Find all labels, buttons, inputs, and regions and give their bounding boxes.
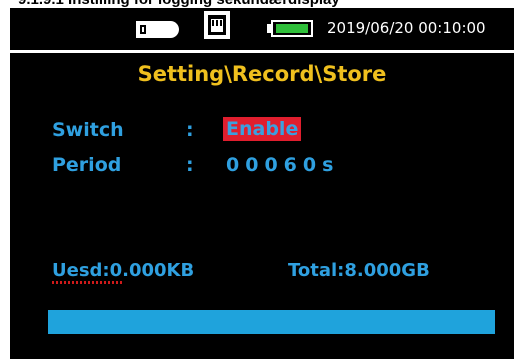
- battery-icon: [267, 20, 313, 37]
- sd-card-icon: [204, 11, 230, 39]
- period-separator: :: [186, 154, 194, 176]
- spellcheck-underline: [52, 281, 122, 284]
- page: 9.1.9.1 Instilling for logging sekundærd…: [0, 0, 522, 359]
- status-divider: [10, 50, 514, 53]
- storage-progress-fill: [48, 310, 495, 334]
- storage-used: Uesd:0.000KB: [52, 260, 195, 284]
- storage-progress-bar: [48, 310, 495, 334]
- usb-stick-icon: [136, 21, 179, 38]
- status-datetime: 2019/06/20 00:10:00: [327, 19, 486, 37]
- storage-total: Total:8.000GB: [288, 260, 430, 281]
- period-value-field[interactable]: 00060s: [226, 154, 339, 176]
- switch-separator: :: [186, 119, 194, 141]
- page-title: Setting\Record\Store: [137, 62, 387, 86]
- switch-label: Switch: [52, 119, 124, 141]
- battery-level-fill: [276, 24, 309, 33]
- switch-value-selector[interactable]: Enable: [223, 117, 302, 141]
- document-heading: 9.1.9.1 Instilling for logging sekundærd…: [18, 0, 340, 8]
- period-label: Period: [52, 154, 122, 176]
- status-bar: 2019/06/20 00:10:00: [10, 8, 514, 48]
- device-screen: 2019/06/20 00:10:00 Setting\Record\Store…: [10, 8, 514, 359]
- storage-used-text: Uesd:0.000KB: [52, 260, 195, 281]
